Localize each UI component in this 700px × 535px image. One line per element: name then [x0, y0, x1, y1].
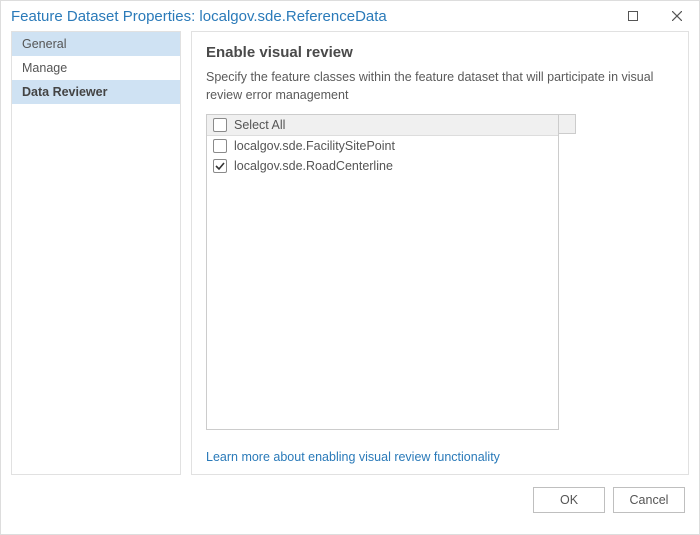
check-icon — [215, 161, 225, 171]
panel-heading: Enable visual review — [206, 44, 674, 61]
select-all-label: Select All — [234, 118, 285, 132]
main-panel: Enable visual review Specify the feature… — [191, 31, 689, 475]
item-checkbox[interactable] — [213, 159, 227, 173]
window-title: Feature Dataset Properties: localgov.sde… — [11, 8, 611, 25]
sidebar-item-general[interactable]: General — [12, 32, 180, 56]
titlebar: Feature Dataset Properties: localgov.sde… — [1, 1, 699, 31]
sidebar-item-label: Manage — [22, 61, 67, 75]
content-area: General Manage Data Reviewer Enable visu… — [1, 31, 699, 481]
maximize-button[interactable] — [611, 1, 655, 31]
close-icon — [672, 11, 682, 21]
cancel-button[interactable]: Cancel — [613, 487, 685, 513]
feature-class-list: Select All localgov.sde.FacilitySitePoin… — [206, 114, 559, 430]
item-label: localgov.sde.FacilitySitePoint — [234, 139, 395, 153]
item-label: localgov.sde.RoadCenterline — [234, 159, 393, 173]
dialog-footer: OK Cancel — [1, 481, 699, 513]
select-all-checkbox[interactable] — [213, 118, 227, 132]
sidebar-item-manage[interactable]: Manage — [12, 56, 180, 80]
item-checkbox[interactable] — [213, 139, 227, 153]
sidebar-item-label: General — [22, 37, 66, 51]
sidebar: General Manage Data Reviewer — [11, 31, 181, 475]
maximize-icon — [628, 11, 638, 21]
select-all-row[interactable]: Select All — [207, 115, 558, 136]
ok-button[interactable]: OK — [533, 487, 605, 513]
scrollbar-stub[interactable] — [559, 114, 576, 134]
sidebar-item-data-reviewer[interactable]: Data Reviewer — [12, 80, 180, 104]
panel-description: Specify the feature classes within the f… — [206, 69, 674, 104]
learn-more-link[interactable]: Learn more about enabling visual review … — [206, 450, 674, 464]
list-item[interactable]: localgov.sde.RoadCenterline — [207, 156, 558, 176]
window-controls — [611, 1, 699, 31]
feature-class-list-wrap: Select All localgov.sde.FacilitySitePoin… — [206, 114, 576, 430]
list-item[interactable]: localgov.sde.FacilitySitePoint — [207, 136, 558, 156]
close-button[interactable] — [655, 1, 699, 31]
sidebar-item-label: Data Reviewer — [22, 85, 107, 99]
